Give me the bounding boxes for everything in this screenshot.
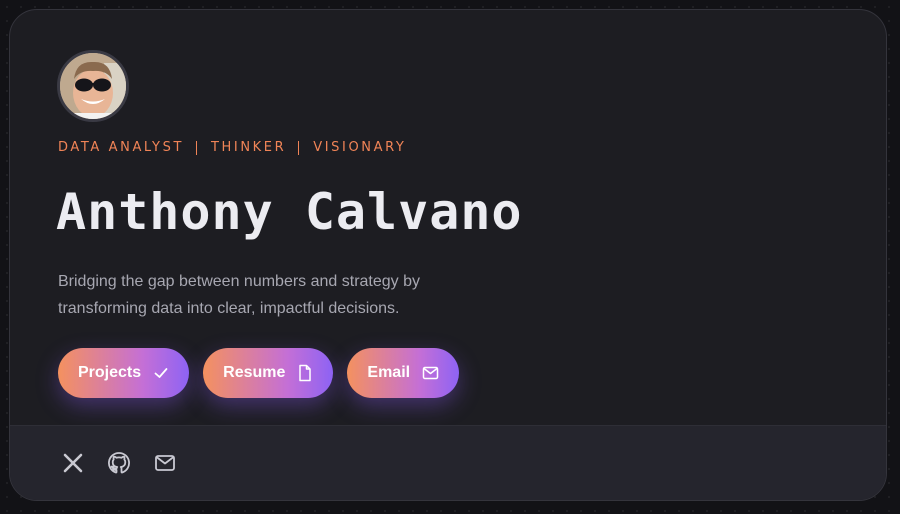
resume-button-label: Resume xyxy=(223,364,286,381)
check-icon xyxy=(153,365,169,381)
role-divider xyxy=(298,140,300,155)
resume-button[interactable]: Resume xyxy=(203,348,334,398)
github-icon[interactable] xyxy=(106,450,132,476)
email-button[interactable]: Email xyxy=(347,348,460,398)
social-links xyxy=(60,450,178,476)
card-footer xyxy=(10,425,886,500)
profile-name: Anthony Calvano xyxy=(56,183,523,241)
role-tag-thinker: THINKER xyxy=(210,140,287,155)
projects-button[interactable]: Projects xyxy=(58,348,190,398)
action-buttons: Projects Resume Email xyxy=(58,348,460,398)
profile-card: DATA ANALYST THINKER VISIONARY Anthony C… xyxy=(9,9,887,501)
profile-main: DATA ANALYST THINKER VISIONARY Anthony C… xyxy=(10,10,886,428)
avatar xyxy=(57,50,129,122)
x-twitter-icon[interactable] xyxy=(60,450,86,476)
mail-icon xyxy=(422,366,439,380)
email-button-label: Email xyxy=(367,364,411,381)
role-tag-visionary: VISIONARY xyxy=(313,140,407,155)
role-tag-data-analyst: DATA ANALYST xyxy=(58,140,184,155)
role-divider xyxy=(195,140,197,155)
document-icon xyxy=(297,364,313,382)
mail-icon[interactable] xyxy=(152,450,178,476)
profile-tagline: Bridging the gap between numbers and str… xyxy=(58,273,421,317)
role-tags: DATA ANALYST THINKER VISIONARY xyxy=(58,140,406,155)
projects-button-label: Projects xyxy=(78,364,142,381)
